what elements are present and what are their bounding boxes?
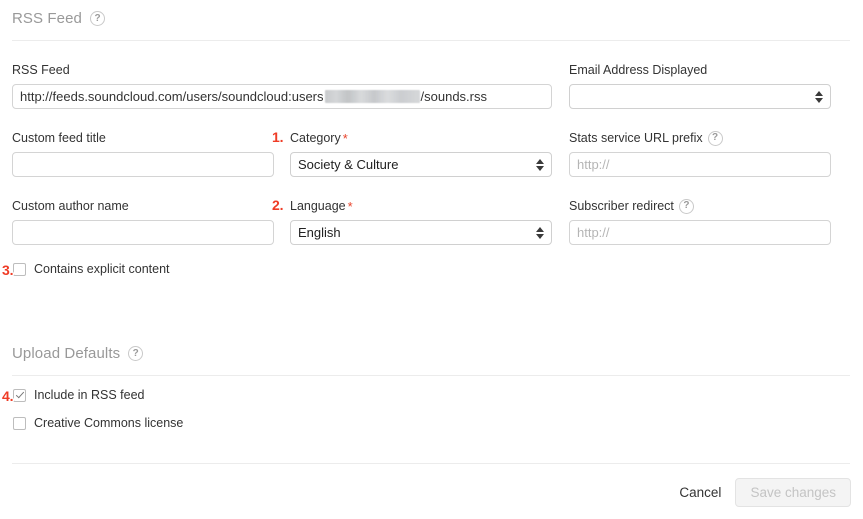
help-icon[interactable]: ? (707, 130, 723, 146)
custom-feed-title-field: Custom feed title (12, 130, 274, 177)
rss-feed-section-header: RSS Feed ? (12, 10, 105, 27)
custom-author-name-label: Custom author name (12, 199, 129, 213)
stats-url-prefix-label: Stats service URL prefix ? (569, 130, 831, 146)
footer-divider (12, 463, 850, 464)
redacted-user-id (324, 90, 420, 103)
chevron-updown-icon (536, 226, 544, 239)
footer-actions: Cancel Save changes (679, 478, 851, 507)
language-select[interactable]: English (290, 220, 552, 245)
custom-author-name-input[interactable] (12, 220, 274, 245)
include-in-rss-feed-label: Include in RSS feed (34, 388, 145, 402)
help-icon[interactable]: ? (678, 198, 694, 214)
include-in-rss-feed-checkbox[interactable] (13, 388, 26, 402)
subscriber-redirect-input[interactable] (569, 220, 831, 245)
annotation-marker-3: 3. (2, 262, 14, 278)
rss-feed-url-suffix: /sounds.rss (420, 89, 487, 104)
rss-feed-settings-page: RSS Feed ? RSS Feed http://feeds.soundcl… (0, 0, 863, 519)
chevron-updown-icon (536, 158, 544, 171)
required-asterisk: * (342, 130, 348, 146)
rss-feed-url-label: RSS Feed (12, 63, 70, 77)
help-icon[interactable]: ? (128, 346, 144, 361)
explicit-content-label: Contains explicit content (34, 262, 170, 276)
explicit-content-checkbox-row[interactable]: Contains explicit content (13, 262, 170, 276)
help-icon[interactable]: ? (90, 11, 105, 26)
custom-feed-title-label: Custom feed title (12, 131, 106, 145)
rss-feed-url-prefix: http://feeds.soundcloud.com/users/soundc… (20, 89, 324, 104)
rss-feed-url-field: RSS Feed http://feeds.soundcloud.com/use… (12, 62, 552, 109)
section-divider (12, 375, 850, 376)
rss-feed-url-value[interactable]: http://feeds.soundcloud.com/users/soundc… (12, 84, 552, 109)
email-displayed-select[interactable] (569, 84, 831, 109)
custom-author-name-field: Custom author name (12, 198, 274, 245)
required-asterisk: * (347, 198, 353, 214)
annotation-marker-4: 4. (2, 388, 14, 404)
explicit-content-checkbox[interactable] (13, 262, 26, 276)
creative-commons-checkbox-row[interactable]: Creative Commons license (13, 416, 183, 430)
language-value: English (298, 225, 341, 240)
upload-defaults-section-header: Upload Defaults ? (12, 345, 144, 362)
annotation-marker-1: 1. (272, 129, 284, 145)
section-divider (12, 40, 850, 41)
email-displayed-label: Email Address Displayed (569, 63, 708, 77)
language-field: Language * English (290, 198, 552, 245)
category-value: Society & Culture (298, 157, 399, 172)
custom-feed-title-input[interactable] (12, 152, 274, 177)
creative-commons-label: Creative Commons license (34, 416, 184, 430)
subscriber-redirect-field: Subscriber redirect ? (569, 198, 831, 245)
language-label: Language * (290, 198, 353, 214)
creative-commons-checkbox[interactable] (13, 416, 26, 430)
category-field: Category * Society & Culture (290, 130, 552, 177)
cancel-button[interactable]: Cancel (679, 485, 721, 500)
rss-feed-section-title: RSS Feed (12, 10, 82, 27)
stats-url-prefix-field: Stats service URL prefix ? (569, 130, 831, 177)
save-changes-button[interactable]: Save changes (735, 478, 851, 507)
chevron-updown-icon (815, 90, 823, 103)
email-displayed-field: Email Address Displayed (569, 62, 831, 109)
subscriber-redirect-label: Subscriber redirect ? (569, 198, 831, 214)
annotation-marker-2: 2. (272, 197, 284, 213)
upload-defaults-section-title: Upload Defaults (12, 345, 121, 362)
include-in-rss-feed-checkbox-row[interactable]: Include in RSS feed (13, 388, 145, 402)
category-label: Category * (290, 130, 348, 146)
category-select[interactable]: Society & Culture (290, 152, 552, 177)
stats-url-prefix-input[interactable] (569, 152, 831, 177)
